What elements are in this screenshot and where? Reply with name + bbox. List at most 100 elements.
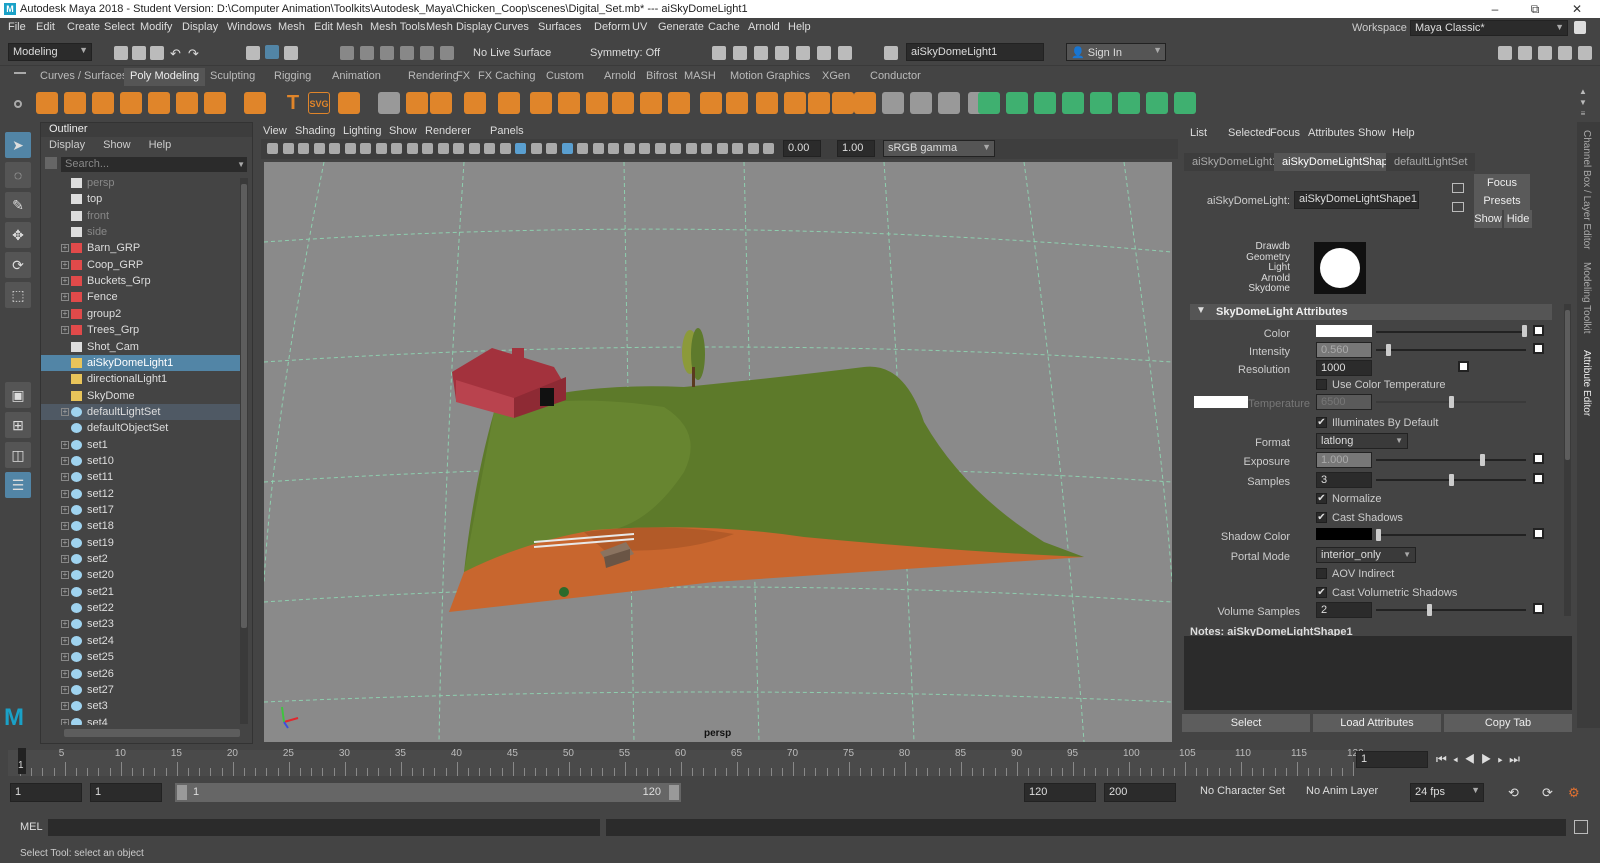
shelf-tool-icon-29[interactable]: [882, 92, 904, 114]
viewport-tool-icon-32[interactable]: [763, 143, 774, 154]
snap-center-icon[interactable]: [440, 46, 454, 60]
samples-field[interactable]: 3: [1316, 472, 1372, 488]
modeling-toolkit-tab[interactable]: Modeling Toolkit: [1581, 262, 1592, 334]
shelf-tab-sculpting[interactable]: Sculpting: [210, 70, 255, 82]
viewport-tool-icon-20[interactable]: [577, 143, 588, 154]
prefs-icon[interactable]: ⚙: [1568, 785, 1580, 801]
outliner-item-set23[interactable]: + set23: [41, 616, 241, 632]
outliner-item-trees-grp[interactable]: + Trees_Grp: [41, 322, 241, 338]
illuminates-checkbox[interactable]: ✔: [1316, 417, 1327, 428]
viewport-tool-icon-30[interactable]: [732, 143, 743, 154]
collapse-arrow-icon[interactable]: ▼: [1196, 305, 1206, 316]
menu-help[interactable]: Help: [788, 21, 811, 33]
shelf-tool-icon-34[interactable]: [1006, 92, 1028, 114]
shelf-menu-icon[interactable]: [14, 72, 26, 74]
expand-icon[interactable]: +: [61, 571, 69, 580]
shelf-tab-mash[interactable]: MASH: [684, 70, 716, 82]
viewport-tool-icon-24[interactable]: [639, 143, 650, 154]
viewport-tool-icon-11[interactable]: [437, 143, 449, 154]
shelf-tool-icon-3[interactable]: [120, 92, 142, 114]
exposure-slider[interactable]: [1376, 459, 1526, 461]
viewport-tool-icon-31[interactable]: [747, 143, 759, 154]
viewport-tool-icon-29[interactable]: [716, 143, 728, 154]
layout-icon-1[interactable]: [1498, 46, 1512, 60]
shelf-tool-icon-13[interactable]: [430, 92, 452, 114]
expand-icon[interactable]: +: [61, 456, 69, 465]
color-slider-knob[interactable]: [1522, 325, 1527, 337]
viewport-tool-icon-26[interactable]: [670, 143, 681, 154]
character-set-dropdown[interactable]: No Character Set: [1196, 783, 1296, 802]
viewport-tool-icon-8[interactable]: [391, 143, 402, 154]
viewport-menu-panels[interactable]: Panels: [490, 125, 524, 137]
outliner-menu-show[interactable]: Show: [103, 139, 131, 151]
expand-icon[interactable]: +: [61, 407, 69, 416]
outliner-item-defaultlightset[interactable]: + defaultLightSet: [41, 403, 241, 420]
cast-shadows-checkbox[interactable]: ✔: [1316, 512, 1327, 523]
menu-edit-mesh[interactable]: Edit Mesh: [314, 21, 363, 33]
load-attributes-button[interactable]: Load Attributes: [1313, 714, 1441, 732]
snap-surface-icon[interactable]: [420, 46, 434, 60]
show-button[interactable]: Show: [1474, 210, 1502, 228]
hide-button[interactable]: Hide: [1504, 210, 1532, 228]
menu-file[interactable]: File: [8, 21, 26, 33]
fps-dropdown[interactable]: 24 fps ▼: [1410, 783, 1484, 802]
snap-view-icon[interactable]: [400, 46, 414, 60]
outliner-item-side[interactable]: side: [41, 224, 241, 240]
outliner-layout-icon[interactable]: ☰: [5, 472, 31, 498]
shelf-tool-icon-35[interactable]: [1034, 92, 1056, 114]
shelf-tool-icon-19[interactable]: [612, 92, 634, 114]
shelf-tool-icon-18[interactable]: [586, 92, 608, 114]
shelf-tab-curves-surfaces[interactable]: Curves / Surfaces: [40, 70, 127, 82]
shelf-tab-xgen[interactable]: XGen: [822, 70, 850, 82]
expand-icon[interactable]: +: [61, 489, 69, 498]
open-scene-icon[interactable]: [132, 46, 146, 60]
shelf-tool-icon-21[interactable]: [668, 92, 690, 114]
rotate-tool-icon[interactable]: ⟳: [5, 252, 31, 278]
expand-icon[interactable]: +: [61, 555, 69, 564]
viewport-tool-icon-5[interactable]: [344, 143, 356, 154]
outliner-item-set21[interactable]: + set21: [41, 584, 241, 600]
undo-icon[interactable]: ↶: [170, 46, 184, 61]
shelf-tab-custom[interactable]: Custom: [546, 70, 584, 82]
outliner-item-set12[interactable]: + set12: [41, 486, 241, 502]
viewport-tool-icon-28[interactable]: [701, 143, 712, 154]
expand-icon[interactable]: +: [61, 685, 69, 694]
shelf-tool-icon-5[interactable]: [176, 92, 198, 114]
select-tool-icon[interactable]: ➤: [5, 132, 31, 158]
menu-curves[interactable]: Curves: [494, 21, 529, 33]
exposure-map-icon[interactable]: [1533, 453, 1544, 464]
shelf-tab-motion-graphics[interactable]: Motion Graphics: [730, 70, 810, 82]
viewport-tool-icon-23[interactable]: [623, 143, 635, 154]
outliner-item-set22[interactable]: set22: [41, 600, 241, 616]
sign-in-button[interactable]: 👤 Sign In ▼: [1066, 43, 1166, 61]
shelf-tab-fx-caching[interactable]: FX Caching: [478, 70, 535, 82]
expand-icon[interactable]: +: [61, 522, 69, 531]
volume-samples-slider[interactable]: [1376, 609, 1526, 611]
expand-icon[interactable]: +: [61, 506, 69, 514]
outliner-item-set19[interactable]: + set19: [41, 535, 241, 551]
outliner-item-persp[interactable]: persp: [41, 175, 241, 191]
shelf-tab-rigging[interactable]: Rigging: [274, 70, 311, 82]
script-editor-icon[interactable]: [1574, 820, 1588, 834]
focus-icon[interactable]: [1452, 183, 1464, 193]
menu-uv[interactable]: UV: [632, 21, 647, 33]
snap-curve-icon[interactable]: [360, 46, 374, 60]
menu-cache[interactable]: Cache: [708, 21, 740, 33]
outliner-scrollbar[interactable]: [240, 178, 248, 724]
menu-edit[interactable]: Edit: [36, 21, 55, 33]
temperature-slider-knob[interactable]: [1448, 396, 1454, 408]
menu-surfaces[interactable]: Surfaces: [538, 21, 581, 33]
shelf-tool-icon-40[interactable]: [1174, 92, 1196, 114]
shadow-color-slider-knob[interactable]: [1376, 529, 1381, 541]
shelf-tab-poly-modeling[interactable]: Poly Modeling: [124, 68, 206, 86]
viewport-tool-icon-15[interactable]: [499, 143, 511, 154]
outliner-item-set10[interactable]: + set10: [41, 453, 241, 469]
outliner-item-set20[interactable]: + set20: [41, 567, 241, 583]
ae-tab-defaultlightset[interactable]: defaultLightSet: [1386, 153, 1476, 171]
shelf-text-icon[interactable]: T: [282, 92, 304, 114]
outliner-item-buckets-grp[interactable]: + Buckets_Grp: [41, 273, 241, 289]
shelf-tool-icon-23[interactable]: [726, 92, 748, 114]
outliner-item-set24[interactable]: + set24: [41, 633, 241, 649]
current-frame-field[interactable]: 1: [1356, 751, 1428, 768]
intensity-field[interactable]: 0.560: [1316, 342, 1372, 358]
